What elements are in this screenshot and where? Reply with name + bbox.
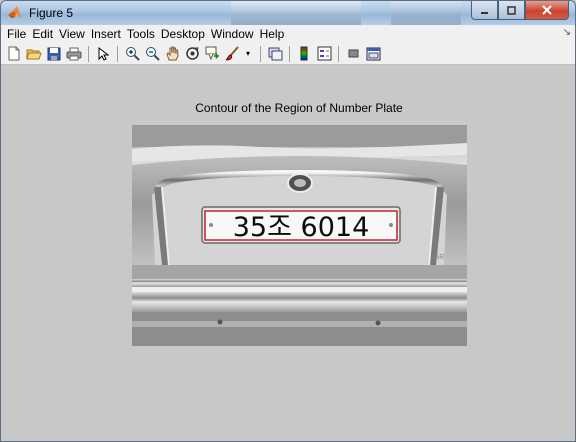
figure-canvas: Contour of the Region of Number Plate 35… — [1, 65, 575, 441]
toolbar-separator — [117, 45, 118, 62]
menu-file[interactable]: File — [4, 25, 29, 43]
pointer-icon[interactable] — [94, 45, 112, 63]
number-plate-image: 35조 6014 GR — [132, 125, 467, 346]
menu-desktop[interactable]: Desktop — [158, 25, 208, 43]
print-icon[interactable] — [65, 45, 83, 63]
brush-icon[interactable] — [223, 45, 241, 63]
window-controls — [471, 1, 569, 20]
link-icon[interactable] — [266, 45, 284, 63]
dock-arrow-icon[interactable]: ↘ — [563, 27, 571, 38]
menu-help[interactable]: Help — [257, 25, 288, 43]
pan-icon[interactable] — [163, 45, 181, 63]
legend-icon[interactable] — [315, 45, 333, 63]
hide-plot-tools-icon[interactable] — [344, 45, 362, 63]
maximize-icon — [507, 5, 516, 15]
zoom-out-icon[interactable] — [143, 45, 161, 63]
menu-tools[interactable]: Tools — [124, 25, 158, 43]
title-bar-glass-2 — [391, 1, 461, 25]
figure-window: Figure 5 File Edit View Insert Tools Des… — [0, 0, 576, 442]
window-title: Figure 5 — [29, 6, 74, 20]
title-bar[interactable]: Figure 5 — [1, 1, 575, 25]
plate-number-text: 35조 6014 — [233, 212, 370, 243]
toolbar-separator — [260, 45, 261, 62]
figure-toolbar: ▾ — [1, 43, 575, 65]
brand-letters: GR — [434, 254, 445, 261]
show-plot-tools-icon[interactable] — [364, 45, 382, 63]
maximize-button[interactable] — [498, 1, 525, 20]
toolbar-separator — [289, 45, 290, 62]
menu-view[interactable]: View — [56, 25, 88, 43]
zoom-in-icon[interactable] — [123, 45, 141, 63]
colorbar-icon[interactable] — [295, 45, 313, 63]
menu-insert[interactable]: Insert — [88, 25, 124, 43]
minimize-button[interactable] — [471, 1, 498, 20]
title-bar-glass — [231, 1, 361, 25]
menu-window[interactable]: Window — [208, 25, 257, 43]
open-icon[interactable] — [25, 45, 43, 63]
data-cursor-icon[interactable] — [203, 45, 221, 63]
plot-title: Contour of the Region of Number Plate — [195, 101, 403, 115]
matlab-logo-icon — [8, 6, 22, 19]
close-button[interactable] — [525, 1, 569, 20]
brush-dropdown-icon[interactable]: ▾ — [243, 45, 253, 63]
menu-edit[interactable]: Edit — [29, 25, 56, 43]
save-icon[interactable] — [45, 45, 63, 63]
new-figure-icon[interactable] — [5, 45, 23, 63]
rotate-3d-icon[interactable] — [183, 45, 201, 63]
menu-bar: File Edit View Insert Tools Desktop Wind… — [1, 25, 575, 43]
toolbar-separator — [88, 45, 89, 62]
close-icon — [542, 5, 552, 15]
toolbar-separator — [338, 45, 339, 62]
minimize-icon — [481, 11, 488, 14]
